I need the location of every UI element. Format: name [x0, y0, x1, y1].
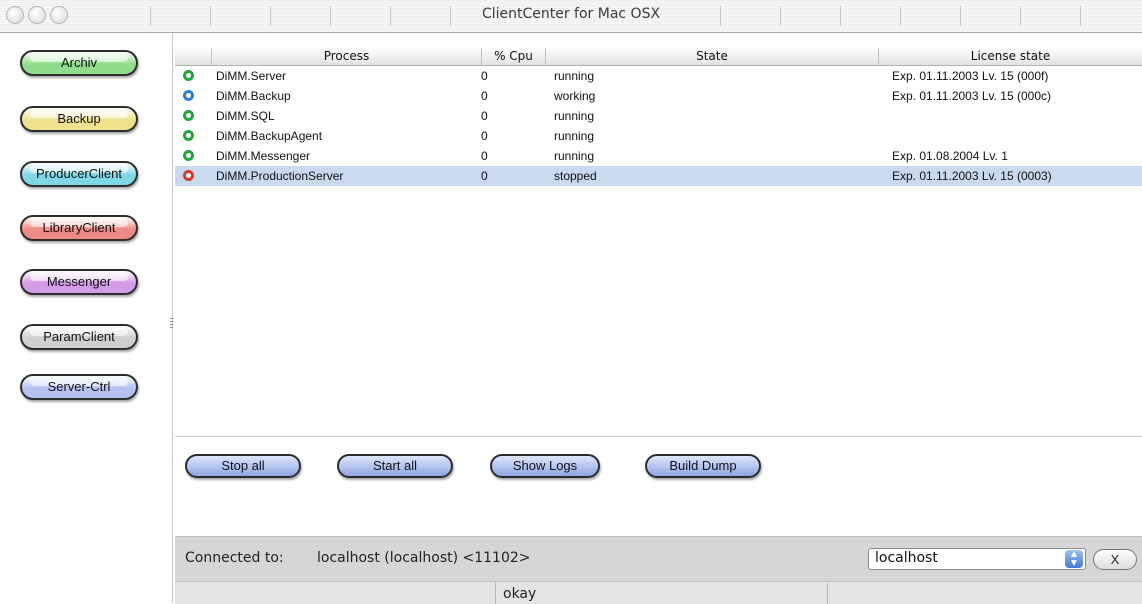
status-text: okay [503, 586, 537, 602]
process-name: DiMM.Server [216, 69, 287, 83]
status-bar: okay [175, 581, 1142, 604]
process-name: DiMM.Messenger [216, 149, 311, 163]
status-icon [183, 170, 194, 181]
state-value: running [554, 149, 595, 163]
sidebar-button-server-ctrl[interactable]: Server-Ctrl [20, 374, 138, 400]
status-icon [183, 90, 194, 101]
header-cpu[interactable]: % Cpu [481, 48, 545, 65]
state-value: stopped [554, 169, 597, 183]
state-value: working [554, 89, 596, 103]
chevron-updown-icon[interactable]: ▲ ▼ [1065, 550, 1083, 569]
sidebar-button-paramclient[interactable]: ParamClient [20, 324, 138, 350]
cpu-value: 0 [481, 149, 488, 163]
cpu-value: 0 [481, 169, 488, 183]
sidebar-button-label: Messenger [46, 274, 112, 289]
cpu-value: 0 [481, 89, 488, 103]
stop-all-button[interactable]: Stop all [185, 454, 301, 478]
table-row[interactable]: DiMM.BackupAgent 0 running [175, 126, 1142, 146]
status-icon [183, 110, 194, 121]
status-icon [183, 130, 194, 141]
cpu-value: 0 [481, 129, 488, 143]
connection-label: Connected to: [185, 550, 284, 566]
sidebar-button-label: Server-Ctrl [47, 379, 111, 394]
connection-value: localhost (localhost) <11102> [317, 550, 531, 566]
header-icon-column[interactable] [175, 48, 211, 65]
license-value: Exp. 01.08.2004 Lv. 1 [892, 149, 1008, 163]
sidebar-button-producerclient[interactable]: ProducerClient [20, 161, 138, 187]
process-name: DiMM.SQL [216, 109, 275, 123]
process-name: DiMM.BackupAgent [216, 129, 323, 143]
table-row[interactable]: DiMM.Messenger 0 running Exp. 01.08.2004… [175, 146, 1142, 166]
sidebar-button-label: ParamClient [43, 329, 115, 344]
sidebar: Archiv Backup ProducerClient LibraryClie… [0, 33, 173, 603]
sidebar-button-backup[interactable]: Backup [20, 106, 138, 132]
sidebar-button-archiv[interactable]: Archiv [20, 50, 138, 76]
sidebar-button-label: ProducerClient [36, 166, 122, 181]
process-name: DiMM.ProductionServer [216, 169, 344, 183]
status-icon [183, 150, 194, 161]
sidebar-button-label: Backup [57, 111, 101, 126]
state-value: running [554, 109, 595, 123]
action-bar: Stop all Start all Show Logs Build Dump [175, 437, 1142, 535]
split-view-handle[interactable] [170, 318, 173, 330]
process-table: Process % Cpu State License state DiMM.S… [175, 33, 1142, 437]
table-row[interactable]: DiMM.ProductionServer 0 stopped Exp. 01.… [175, 166, 1142, 186]
state-value: running [554, 129, 595, 143]
status-icon [183, 70, 194, 81]
license-value: Exp. 01.11.2003 Lv. 15 (000f) [892, 69, 1049, 83]
cpu-value: 0 [481, 69, 488, 83]
sidebar-button-label: LibraryClient [42, 220, 116, 235]
table-header: Process % Cpu State License state [175, 48, 1142, 66]
process-name: DiMM.Backup [216, 89, 291, 103]
header-state[interactable]: State [545, 48, 878, 65]
connection-bar: Connected to: localhost (localhost) <111… [175, 536, 1142, 581]
build-dump-button[interactable]: Build Dump [645, 454, 761, 478]
sidebar-button-label: Archiv [60, 55, 98, 70]
table-row[interactable]: DiMM.Backup 0 working Exp. 01.11.2003 Lv… [175, 86, 1142, 106]
host-select[interactable]: localhost ▲ ▼ [868, 548, 1086, 570]
table-row[interactable]: DiMM.SQL 0 running [175, 106, 1142, 126]
cpu-value: 0 [481, 109, 488, 123]
window-title: ClientCenter for Mac OSX [481, 6, 661, 22]
state-value: running [554, 69, 595, 83]
sidebar-button-libraryclient[interactable]: LibraryClient [20, 215, 138, 241]
header-process[interactable]: Process [211, 48, 481, 65]
show-logs-button[interactable]: Show Logs [490, 454, 600, 478]
disconnect-button[interactable]: X [1093, 549, 1137, 570]
window-title-bar: ClientCenter for Mac OSX [0, 0, 1142, 33]
start-all-button[interactable]: Start all [337, 454, 453, 478]
table-row[interactable]: DiMM.Server 0 running Exp. 01.11.2003 Lv… [175, 66, 1142, 86]
license-value: Exp. 01.11.2003 Lv. 15 (000c) [892, 89, 1051, 103]
header-license-state[interactable]: License state [878, 48, 1142, 65]
host-select-value: localhost [875, 550, 938, 566]
license-value: Exp. 01.11.2003 Lv. 15 (0003) [892, 169, 1052, 183]
sidebar-button-messenger[interactable]: Messenger [20, 269, 138, 295]
